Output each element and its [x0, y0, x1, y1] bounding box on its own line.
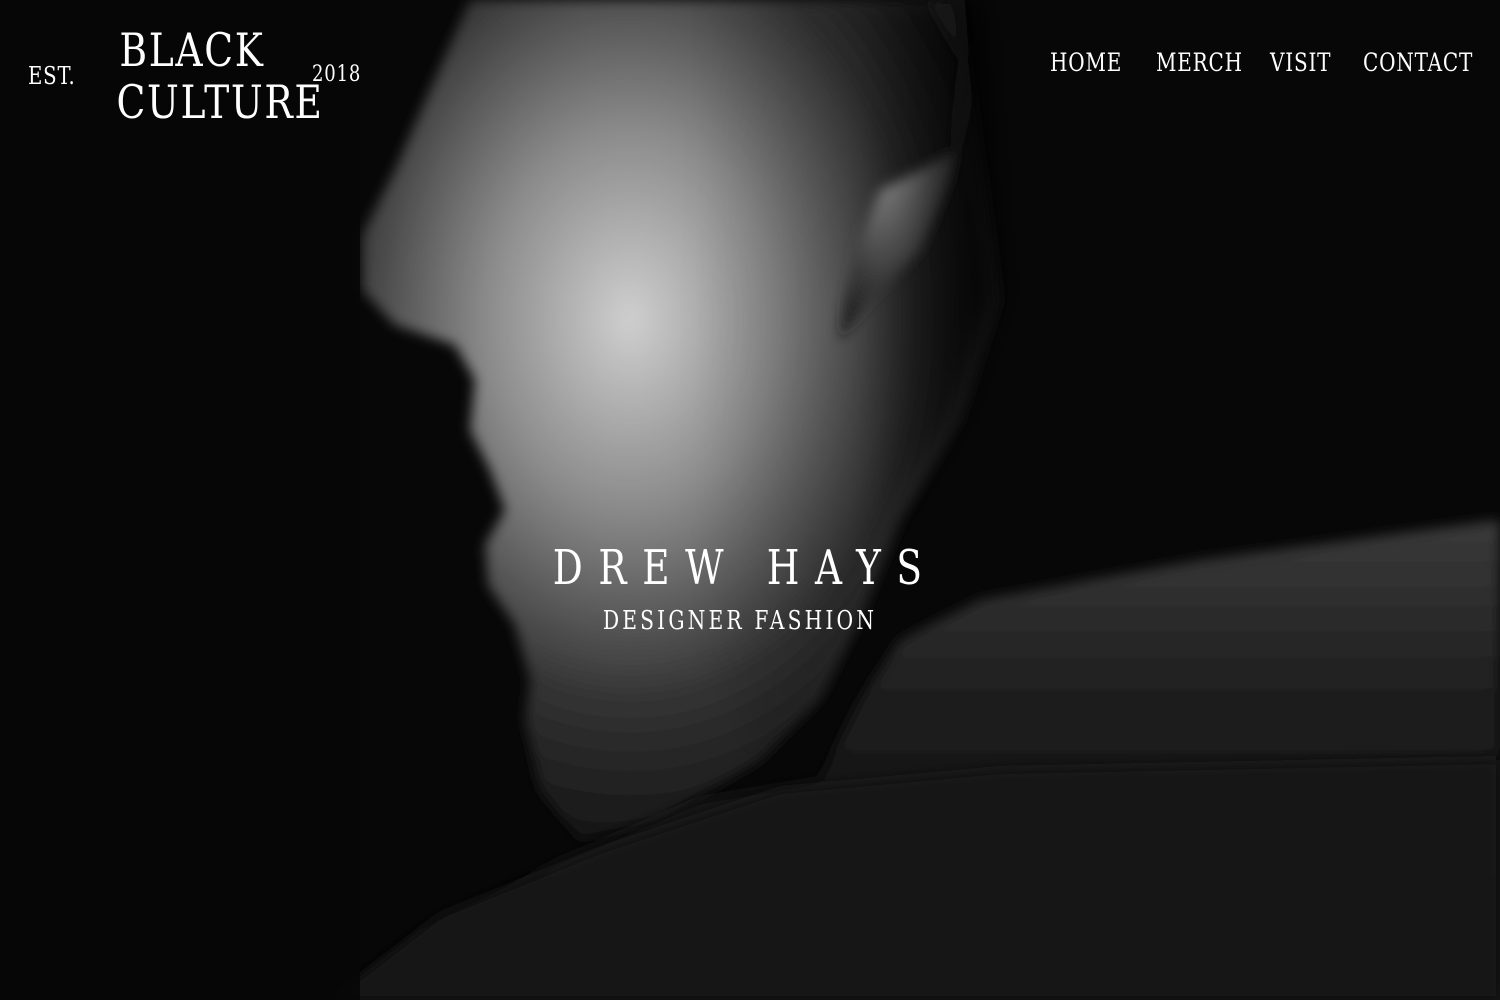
- brand-name-line1: BLACK: [119, 23, 265, 77]
- brand-name-line2: CULTURE: [116, 75, 324, 129]
- brand-name: BLACK CULTURE: [116, 23, 324, 129]
- hero-title: DREW HAYS: [552, 540, 938, 596]
- hero-portrait-image: [0, 0, 1500, 1000]
- nav-visit-link[interactable]: VISIT: [1270, 48, 1331, 77]
- brand-year-label: 2018: [312, 62, 362, 87]
- hero-subtitle: DESIGNER FASHION: [602, 606, 878, 636]
- brand-est-label: EST.: [28, 62, 76, 90]
- main-nav: HOME MERCH VISIT CONTACT: [900, 48, 1500, 88]
- nav-home-link[interactable]: HOME: [1050, 48, 1122, 77]
- nav-merch-link[interactable]: MERCH: [1156, 48, 1243, 77]
- nav-contact-link[interactable]: CONTACT: [1363, 48, 1473, 77]
- landing-page: EST. BLACK CULTURE 2018 HOME MERCH VISIT…: [0, 0, 1500, 1000]
- brand-logo[interactable]: EST. BLACK CULTURE 2018: [0, 0, 380, 140]
